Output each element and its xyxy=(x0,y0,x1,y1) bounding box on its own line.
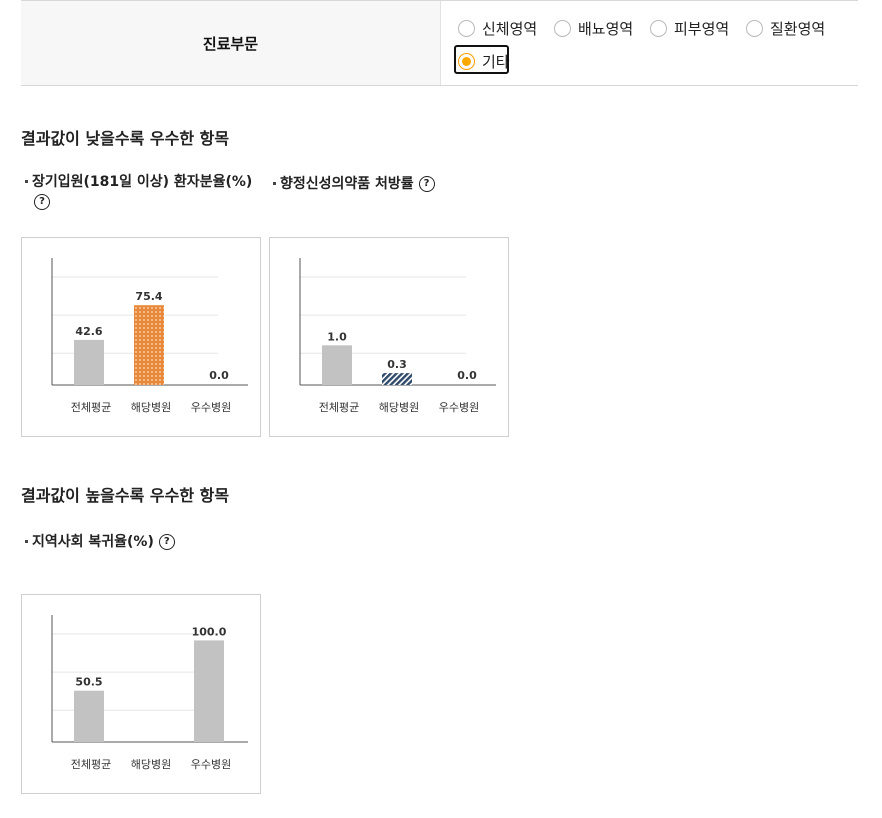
bar-2 xyxy=(134,305,164,385)
filter-label: 진료부문 xyxy=(21,1,441,85)
category-label: 전체평균 xyxy=(71,401,111,414)
data-label: 1.0 xyxy=(327,330,347,343)
chart-card-psychotropic: 1.0 전체평균 0.3 해당병원 0.0 우수병원 xyxy=(269,237,509,437)
section-title-lower-better: 결과값이 낮을수록 우수한 항목 xyxy=(21,129,230,148)
bar-1 xyxy=(322,345,352,385)
department-filter: 진료부문 신체영역 배뇨영역 피부영역 질환영역 기타 xyxy=(21,0,858,86)
category-label: 우수병원 xyxy=(191,401,231,414)
indicator-name: 지역사회 복귀율(%) xyxy=(32,534,154,550)
bullet-icon xyxy=(25,540,28,543)
data-label: 0.0 xyxy=(209,369,229,382)
radio-option-body[interactable]: 신체영역 xyxy=(458,18,537,39)
radio-option-label: 질환영역 xyxy=(770,20,826,38)
section-title-higher-better: 결과값이 높을수록 우수한 항목 xyxy=(21,486,230,505)
data-label: 50.5 xyxy=(75,676,102,689)
category-label: 해당병원 xyxy=(131,400,171,414)
data-label: 100.0 xyxy=(192,625,227,638)
indicator-name: 향정신성의약품 처방률 xyxy=(280,176,414,192)
radio-option-label: 신체영역 xyxy=(482,20,538,38)
bullet-icon xyxy=(25,180,28,183)
bar-2 xyxy=(382,373,412,385)
radio-option-disease[interactable]: 질환영역 xyxy=(746,18,825,39)
question-icon[interactable]: ? xyxy=(418,176,435,192)
radio-circle-icon[interactable] xyxy=(746,20,763,37)
bar-chart-psychotropic: 1.0 전체평균 0.3 해당병원 0.0 우수병원 xyxy=(299,258,496,414)
category-label: 해당병원 xyxy=(131,757,171,771)
bar-chart-long-stay: 42.6 전체평균 75.4 해당병원 0.0 우수병원 xyxy=(51,258,248,414)
indicator-name: 장기입원(181일 이상) 환자분율(%) xyxy=(32,174,253,190)
radio-option-label: 배뇨영역 xyxy=(578,20,634,38)
focus-outline xyxy=(454,45,509,74)
bar-1 xyxy=(74,690,104,742)
category-label: 전체평균 xyxy=(319,401,359,414)
radio-option-skin[interactable]: 피부영역 xyxy=(650,18,729,39)
bar-1 xyxy=(74,339,104,385)
chart-card-community-return: 50.5 전체평균 해당병원 100.0 우수병원 xyxy=(21,594,261,794)
category-label: 우수병원 xyxy=(439,401,479,414)
category-label: 해당병원 xyxy=(379,400,419,414)
data-label: 0.3 xyxy=(387,358,407,371)
radio-circle-icon[interactable] xyxy=(458,20,475,37)
question-icon[interactable]: ? xyxy=(158,534,175,550)
data-label: 75.4 xyxy=(135,290,162,303)
question-icon[interactable]: ? xyxy=(34,194,50,210)
data-label: 0.0 xyxy=(457,369,477,382)
data-label: 42.6 xyxy=(75,325,102,338)
indicator-title-psychotropic: 향정신성의약품 처방률 ? xyxy=(273,175,480,193)
bar-chart-community-return: 50.5 전체평균 해당병원 100.0 우수병원 xyxy=(51,615,248,771)
radio-circle-icon[interactable] xyxy=(650,20,667,37)
radio-option-urination[interactable]: 배뇨영역 xyxy=(554,18,633,39)
radio-option-label: 피부영역 xyxy=(674,20,730,38)
radio-circle-icon[interactable] xyxy=(554,20,571,37)
indicator-title-long-stay: 장기입원(181일 이상) 환자분율(%) ? xyxy=(25,173,262,210)
bar-3 xyxy=(194,640,224,742)
chart-card-long-stay: 42.6 전체평균 75.4 해당병원 0.0 우수병원 xyxy=(21,237,261,437)
indicator-title-community-return: 지역사회 복귀율(%) ? xyxy=(25,533,232,551)
category-label: 전체평균 xyxy=(71,758,111,771)
bullet-icon xyxy=(273,182,276,185)
category-label: 우수병원 xyxy=(191,758,231,771)
